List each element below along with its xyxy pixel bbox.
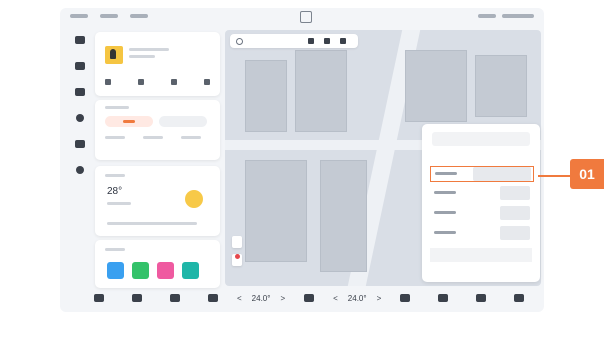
- status-right-text-2: [502, 14, 534, 18]
- next-icon[interactable]: [204, 79, 210, 85]
- map-side-controls: [232, 236, 242, 270]
- row-control[interactable]: [500, 186, 530, 200]
- temp-left-decrease[interactable]: <: [237, 294, 242, 303]
- panel-row[interactable]: [430, 226, 532, 240]
- map-tool-icon[interactable]: [340, 38, 346, 44]
- map-search-bar[interactable]: [230, 34, 358, 48]
- sun-icon: [185, 190, 203, 208]
- map-building: [295, 50, 347, 132]
- card-title: [105, 106, 129, 109]
- media-card[interactable]: [95, 32, 220, 96]
- left-rail: [70, 36, 90, 286]
- previous-icon[interactable]: [138, 79, 144, 85]
- map-tool-icon[interactable]: [324, 38, 330, 44]
- app-tile-teal[interactable]: [182, 262, 199, 279]
- row-control[interactable]: [500, 206, 530, 220]
- settings-icon[interactable]: [76, 166, 84, 174]
- media-controls: [105, 79, 210, 85]
- album-art: [105, 46, 123, 64]
- apps-title: [105, 248, 125, 251]
- status-right: [478, 14, 534, 18]
- weather-title: [105, 174, 125, 177]
- phone-icon[interactable]: [76, 114, 84, 122]
- row-control[interactable]: [500, 226, 530, 240]
- drive-stats-card[interactable]: [95, 100, 220, 160]
- row-label: [435, 172, 457, 175]
- seat-icon[interactable]: [132, 294, 142, 302]
- panel-row-highlighted[interactable]: [430, 166, 534, 182]
- stat-2: [143, 136, 163, 139]
- map-record-button[interactable]: [232, 254, 242, 266]
- search-icon: [236, 38, 243, 45]
- panel-row[interactable]: [430, 206, 532, 220]
- app-tile-blue[interactable]: [107, 262, 124, 279]
- weather-card[interactable]: 28°: [95, 166, 220, 236]
- play-icon[interactable]: [171, 79, 177, 85]
- bluetooth-icon: [130, 14, 148, 18]
- status-bar: [60, 10, 544, 26]
- map-building: [320, 160, 367, 272]
- status-right-text-1: [478, 14, 496, 18]
- music-icon[interactable]: [438, 294, 449, 302]
- temp-left: 24.0°: [251, 293, 271, 303]
- mode-toggle-active[interactable]: [105, 116, 153, 127]
- map-building: [245, 160, 307, 262]
- car-icon[interactable]: [75, 36, 85, 44]
- map-layer-button[interactable]: [232, 236, 242, 248]
- network-icon: [100, 14, 118, 18]
- weather-forecast: [107, 222, 197, 225]
- row-label: [434, 231, 456, 234]
- map-building: [475, 55, 527, 117]
- status-left-icons: [70, 14, 148, 18]
- wiper-icon[interactable]: [400, 294, 411, 302]
- map-tool-icon[interactable]: [308, 38, 314, 44]
- callout-line: [538, 175, 572, 177]
- home-icon[interactable]: [75, 62, 85, 70]
- row-label: [434, 211, 456, 214]
- weather-detail: [107, 202, 131, 205]
- mode-toggle[interactable]: [159, 116, 207, 127]
- panel-row[interactable]: [430, 186, 532, 200]
- app-tile-pink[interactable]: [157, 262, 174, 279]
- temp-right: 24.0°: [347, 293, 367, 303]
- volume-icon[interactable]: [514, 294, 525, 302]
- grid-icon[interactable]: [170, 294, 180, 302]
- row-label: [434, 191, 456, 194]
- car-icon[interactable]: [94, 294, 104, 302]
- stat-1: [105, 136, 125, 139]
- panel-header-button[interactable]: [432, 132, 530, 146]
- apps-card: [95, 240, 220, 288]
- shuffle-icon[interactable]: [105, 79, 111, 85]
- grid-icon[interactable]: [476, 294, 487, 302]
- temp-right-increase[interactable]: >: [377, 294, 382, 303]
- music-icon[interactable]: [75, 88, 85, 96]
- map-building: [245, 60, 287, 132]
- row-control[interactable]: [473, 167, 531, 181]
- stat-3: [181, 136, 201, 139]
- temp-left-increase[interactable]: >: [280, 294, 285, 303]
- temp-right-decrease[interactable]: <: [333, 294, 338, 303]
- weather-temp: 28°: [107, 186, 123, 197]
- apps-icon[interactable]: [75, 140, 85, 148]
- bottom-dock: < 24.0° > < 24.0° >: [80, 290, 544, 306]
- brand-logo: [300, 11, 312, 23]
- track-title: [129, 48, 169, 51]
- signal-icon: [70, 14, 88, 18]
- home-icon[interactable]: [304, 294, 315, 302]
- callout-badge: 01: [570, 159, 604, 189]
- fan-icon[interactable]: [208, 294, 218, 302]
- app-tiles: [107, 262, 199, 279]
- panel-row-disabled: [430, 248, 532, 262]
- map-building: [405, 50, 467, 122]
- track-artist: [129, 55, 155, 58]
- settings-panel: [422, 124, 540, 282]
- app-tile-green[interactable]: [132, 262, 149, 279]
